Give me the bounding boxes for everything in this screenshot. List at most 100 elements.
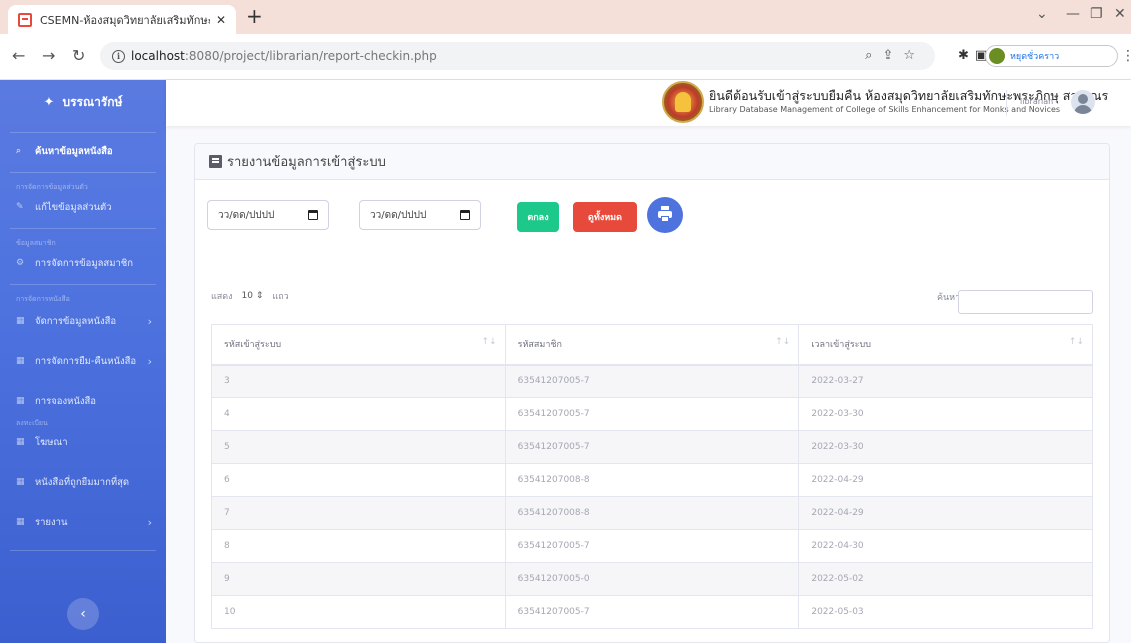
entries-label: แถว [272,292,289,302]
column-header-login-id[interactable]: รหัสเข้าสู่ระบบ ↑↓ [211,324,506,366]
list-icon [209,155,222,168]
tab-close-icon[interactable]: ✕ [216,13,226,27]
table-icon: ▦ [16,396,25,406]
search-input[interactable] [958,290,1093,314]
maximize-icon[interactable]: ❐ [1090,6,1103,22]
table-cell: 2022-05-03 [798,595,1093,629]
table-cell: 7 [211,496,506,530]
sidebar-item-books[interactable]: ▦ จัดการข้อมูลหนังสือ › [0,308,166,334]
sidebar: ✦ บรรณารักษ์ ⌕ ค้นหาข้อมูลหนังสือ การจัด… [0,80,166,643]
table-header-row: รหัสเข้าสู่ระบบ ↑↓ รหัสสมาชิก ↑↓ เวลาเข้าส… [211,324,1093,366]
print-button[interactable] [647,197,683,233]
sidebar-item-label: ค้นหาข้อมูลหนังสือ [35,145,113,157]
profile-button[interactable]: หยุดชั่วคราว [985,45,1118,67]
omnibox-action-icons[interactable]: ⌕⇪☆ [865,48,925,63]
calendar-icon[interactable] [460,210,470,220]
table-icon: ▦ [16,356,25,366]
topbar: ยินดีต้อนรับเข้าสู่ระบบยืมคืน ห้องสมุดวิ… [166,80,1131,126]
column-header-member-id[interactable]: รหัสสมาชิก ↑↓ [504,324,800,366]
submit-button[interactable]: ตกลง [517,202,559,232]
browser-toolbar: ← → ↻ i localhost :8080/project/libraria… [0,34,1131,80]
table-cell: 2022-04-29 [798,463,1093,497]
table-icon: ▦ [16,437,25,447]
table-icon: ▦ [16,477,25,487]
chevron-right-icon: › [147,314,152,328]
profile-name: หยุดชั่วคราว [1010,52,1060,62]
close-window-icon[interactable]: ✕ [1114,6,1126,22]
table-cell: 2022-03-27 [798,364,1093,398]
table-row: 5 63541207005-7 2022-03-30 [211,430,1093,464]
site-favicon-icon [18,12,32,27]
sort-icon: ↑↓ [775,337,791,347]
chevron-right-icon: › [147,354,152,368]
sidebar-item-ads[interactable]: ▦ โฆษณา [0,429,166,455]
table-row: 4 63541207005-7 2022-03-30 [211,397,1093,431]
table-icon: ▦ [16,316,25,326]
new-tab-icon[interactable]: + [246,6,263,26]
report-card: รายงานข้อมูลการเข้าสู่ระบบ วว/ดด/ปปปป วว… [194,143,1110,643]
tab-title: CSEMN-ห้องสมุดวิทยาลัยเสริมทักษะ [40,13,210,27]
sidebar-item-label: การจัดการข้อมูลสมาชิก [35,257,133,269]
sidebar-heading: การจัดการข้อมูลส่วนตัว [16,183,88,191]
sidebar-item-reports[interactable]: ▦ รายงาน › [0,509,166,535]
sidebar-item-members[interactable]: ⚙ การจัดการข้อมูลสมาชิก [0,250,166,276]
sort-icon: ↑↓ [481,337,497,347]
tab-search-chevron-icon[interactable]: ⌄ [1036,6,1048,22]
sidebar-heading: ลงทะเบียน [16,419,48,427]
table-cell: 63541207005-0 [504,562,800,596]
show-all-button[interactable]: ดูทั้งหมด [573,202,637,232]
page-length-control: แสดง 10 ⇕ แถว [211,289,289,303]
table-cell: 6 [211,463,506,497]
sidebar-item-edit-profile[interactable]: ✎ แก้ไขข้อมูลส่วนตัว [0,194,166,220]
sort-icon: ↑↓ [1068,337,1084,347]
calendar-icon[interactable] [308,210,318,220]
table-cell: 2022-03-30 [798,430,1093,464]
sidebar-toggle-button[interactable]: ‹ [67,598,99,630]
browser-tab[interactable]: CSEMN-ห้องสมุดวิทยาลัยเสริมทักษะ ✕ [8,5,236,34]
table-cell: 8 [211,529,506,563]
table-cell: 2022-04-30 [798,529,1093,563]
browser-tab-strip: CSEMN-ห้องสมุดวิทยาลัยเสริมทักษะ ✕ + ⌄ —… [0,0,1131,34]
back-icon[interactable]: ← [12,46,25,65]
chevron-right-icon: › [147,515,152,529]
brand-label: บรรณารักษ์ [62,94,123,109]
date-to-input[interactable]: วว/ดด/ปปปป [359,200,481,230]
table-cell: 63541207005-7 [504,364,800,398]
date-from-placeholder: วว/ดด/ปปปป [218,209,275,221]
address-bar[interactable]: i localhost :8080/project/librarian/repo… [100,42,935,70]
page-title: รายงานข้อมูลการเข้าสู่ระบบ [227,155,386,170]
sidebar-divider [10,132,156,133]
sidebar-item-search-books[interactable]: ⌕ ค้นหาข้อมูลหนังสือ [0,138,166,164]
sidebar-item-reservations[interactable]: ▦ การจองหนังสือ [0,388,166,414]
sidebar-item-label: รายงาน [35,516,68,528]
sidebar-item-label: โฆษณา [35,436,68,448]
date-to-placeholder: วว/ดด/ปปปป [370,209,427,221]
table-cell: 5 [211,430,506,464]
sidebar-item-label: หนังสือที่ถูกยืมมากที่สุด [35,476,130,488]
forward-icon[interactable]: → [42,46,55,65]
search-icon: ⌕ [16,146,22,156]
table-row: 9 63541207005-0 2022-05-02 [211,562,1093,596]
sidebar-item-label: การจัดการยืม-คืนหนังสือ [35,355,137,367]
table-icon: ▦ [16,517,25,527]
date-from-input[interactable]: วว/ดด/ปปปป [207,200,329,230]
card-header: รายงานข้อมูลการเข้าสู่ระบบ [195,144,1109,180]
page-length-value: 10 [241,291,253,301]
minimize-icon[interactable]: — [1066,6,1080,22]
sidebar-item-popular-books[interactable]: ▦ หนังสือที่ถูกยืมมากที่สุด [0,469,166,495]
table-row: 7 63541207008-8 2022-04-29 [211,496,1093,530]
sidebar-brand[interactable]: ✦ บรรณารักษ์ [0,80,166,124]
page-length-select[interactable]: 10 ⇕ [236,289,269,303]
user-role[interactable]: librarian [1020,97,1053,106]
user-avatar[interactable] [1071,90,1095,114]
college-logo [662,81,704,123]
browser-menu-icon[interactable]: ⋮ [1121,48,1131,64]
sidebar-item-borrow-return[interactable]: ▦ การจัดการยืม-คืนหนังสือ › [0,348,166,374]
column-header-login-time[interactable]: เวลาเข้าสู่ระบบ ↑↓ [798,324,1093,366]
site-info-icon[interactable]: i [112,49,125,63]
reload-icon[interactable]: ↻ [72,46,85,65]
org-name-english: Library Database Management of College o… [709,105,1061,114]
sidebar-divider [10,228,156,229]
table-cell: 2022-04-29 [798,496,1093,530]
table-row: 6 63541207008-8 2022-04-29 [211,463,1093,497]
